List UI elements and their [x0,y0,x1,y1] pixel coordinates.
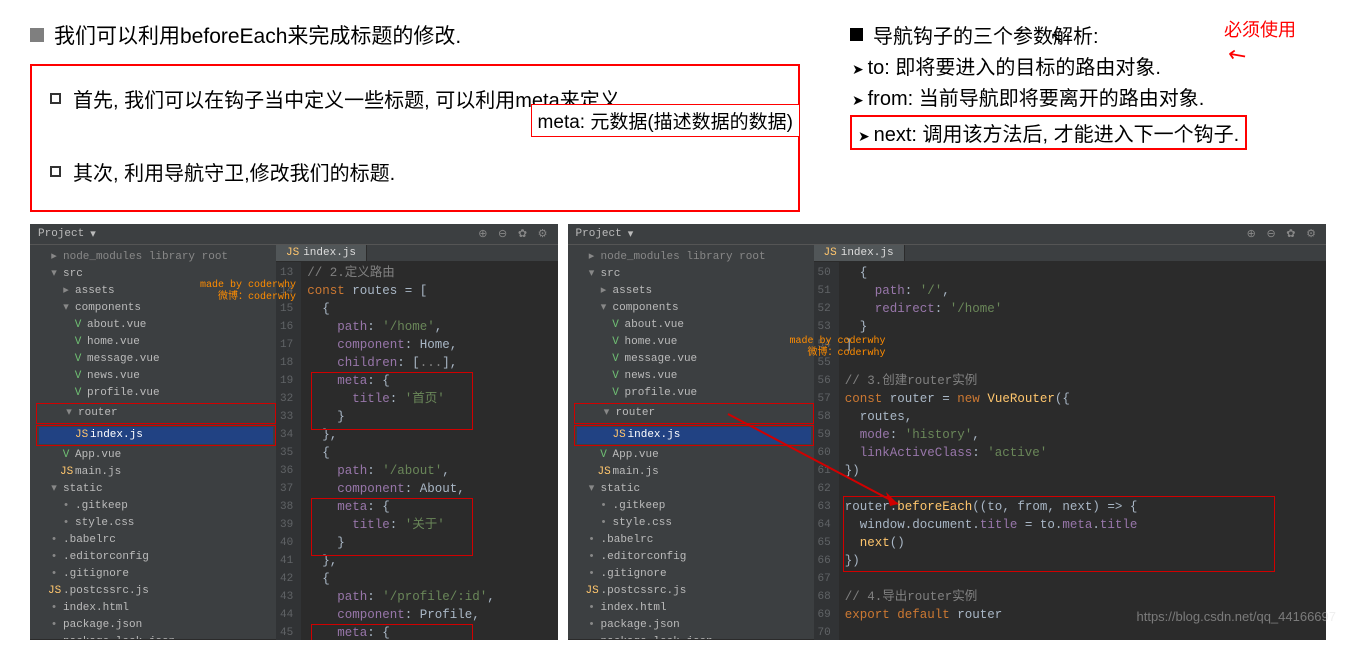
tree-item[interactable]: Vmessage.vue [36,351,276,368]
toolbar-icons[interactable]: ⊕ ⊖ ✿ ⚙ [1247,227,1318,241]
tree-item[interactable]: •package-lock.json [36,634,276,639]
tree-item[interactable]: Vhome.vue [574,334,814,351]
tab-bar-left: JSindex.js [276,245,558,262]
editor-tab[interactable]: JSindex.js [276,245,367,261]
tree-item[interactable]: ▾static [36,481,276,498]
param-next-redbox: next: 调用该方法后, 才能进入下一个钩子. [850,115,1247,150]
tree-item[interactable]: •.editorconfig [36,549,276,566]
ide-right-toolbar: Project ▾ ⊕ ⊖ ✿ ⚙ [568,224,1326,245]
tree-item[interactable]: ▾src [574,266,814,283]
tree-item[interactable]: •index.html [36,600,276,617]
tree-item[interactable]: •package.json [36,617,276,634]
tree-item[interactable]: Vnews.vue [36,368,276,385]
tree-item[interactable]: •index.html [574,600,814,617]
tree-item[interactable]: •.gitignore [36,566,276,583]
tree-item[interactable]: •.gitkeep [36,498,276,515]
editor-tab[interactable]: JSindex.js [814,245,905,261]
tree-item[interactable]: Vprofile.vue [36,385,276,402]
tree-item[interactable]: VApp.vue [36,447,276,464]
tree-item[interactable]: JS.postcssrc.js [574,583,814,600]
tree-item[interactable]: •.babelrc [36,532,276,549]
param-from: from: 当前导航即将要离开的路由对象. [852,82,1326,111]
gutter-left: 1314151617181932333435363738394041424344… [276,262,301,640]
tree-item[interactable]: •style.css [36,515,276,532]
project-label[interactable]: Project [576,228,622,240]
tree-item[interactable]: Vabout.vue [36,317,276,334]
ide-left: Project ▾ ⊕ ⊖ ✿ ⚙ ▸node_modules library … [30,224,558,640]
toolbar-icons[interactable]: ⊕ ⊖ ✿ ⚙ [478,227,549,241]
tree-item[interactable]: •.gitignore [574,566,814,583]
tree-item[interactable]: JSindex.js [39,427,273,444]
tree-item[interactable]: Vhome.vue [36,334,276,351]
main-heading: 我们可以利用beforeEach来完成标题的修改. [30,20,810,50]
tree-item[interactable]: Vabout.vue [574,317,814,334]
watermark-left: made by coderwhy微博：coderwhy [200,280,296,304]
project-label[interactable]: Project [38,228,84,240]
tree-item[interactable]: Vprofile.vue [574,385,814,402]
tree-item[interactable]: ▾router [39,405,273,422]
tree-item[interactable]: •package-lock.json [574,634,814,639]
tree-item[interactable]: •package.json [574,617,814,634]
tree-item[interactable]: Vmessage.vue [574,351,814,368]
tree-item[interactable]: JS.postcssrc.js [36,583,276,600]
definition-redbox: 首先, 我们可以在钩子当中定义一些标题, 可以利用meta来定义 meta: 元… [30,64,800,212]
tree-item[interactable]: ▸assets [574,283,814,300]
csdn-watermark: https://blog.csdn.net/qq_44166697 [1137,609,1337,624]
cursor-icon: ↖ [1050,28,1063,48]
code-left[interactable]: // 2.定义路由 const routes = [ { path: '/hom… [301,262,501,640]
tab-bar-right: JSindex.js [814,245,1326,262]
tree-item[interactable]: JSmain.js [36,464,276,481]
ide-right: Project ▾ ⊕ ⊖ ✿ ⚙ ▸node_modules library … [568,224,1326,640]
param-to: to: 即将要进入的目标的路由对象. [852,51,1326,80]
tree-item[interactable]: Vnews.vue [574,368,814,385]
tree-item[interactable]: •.editorconfig [574,549,814,566]
watermark-right: made by coderwhy微博：coderwhy [790,336,886,360]
tree-item[interactable]: ▾components [574,300,814,317]
bullet-second: 其次, 利用导航守卫,修改我们的标题. [50,157,780,186]
tree-item[interactable]: ▸node_modules library root [574,249,814,266]
file-tree-left[interactable]: ▸node_modules library root▾src▸assets▾co… [30,245,276,639]
ide-left-toolbar: Project ▾ ⊕ ⊖ ✿ ⚙ [30,224,558,245]
meta-annotation: meta: 元数据(描述数据的数据) [531,104,800,137]
red-arrow-icon [728,414,928,538]
tree-item[interactable]: ▸node_modules library root [36,249,276,266]
must-use-note: 必须使用 [1224,16,1296,42]
